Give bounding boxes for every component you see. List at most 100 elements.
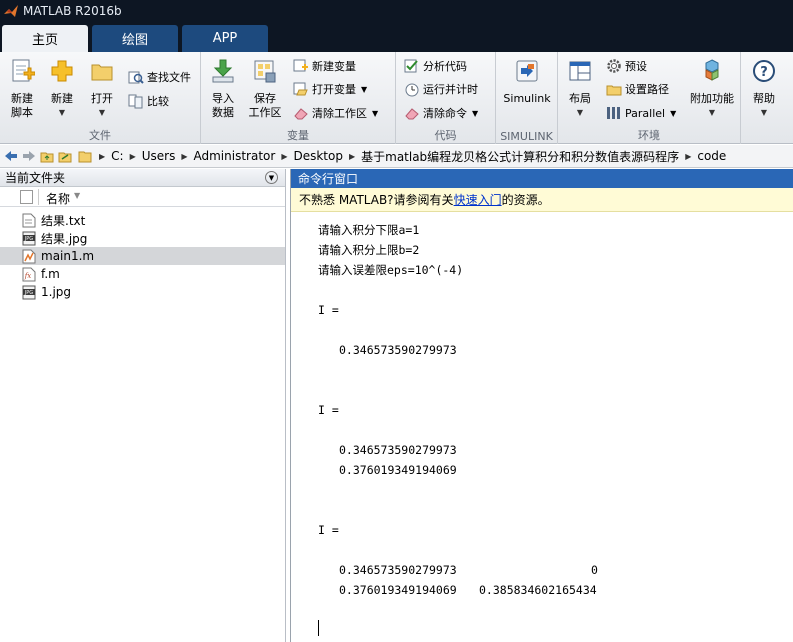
clear-commands-button[interactable]: 清除命令 ▼ — [404, 103, 478, 123]
open-button[interactable]: 打开 ▼ — [82, 58, 122, 120]
find-files-label: 查找文件 — [147, 71, 191, 84]
file-name: main1.m — [41, 249, 95, 263]
forward-arrow-icon[interactable] — [22, 149, 36, 163]
breadcrumb-code[interactable]: code — [694, 149, 729, 163]
new-dropdown-icon[interactable]: ▼ — [42, 106, 82, 120]
set-path-button[interactable]: 设置路径 — [606, 79, 669, 99]
ribbon-tab-strip: 主页 绘图 APP — [0, 21, 793, 52]
column-divider — [38, 189, 39, 205]
breadcrumb-separator-icon: ▶ — [129, 151, 136, 161]
parallel-dropdown-icon[interactable]: ▼ — [670, 109, 676, 118]
tab-home[interactable]: 主页 — [2, 25, 88, 52]
run-and-time-label: 运行并计时 — [423, 83, 478, 96]
open-variable-dropdown-icon[interactable]: ▼ — [361, 85, 367, 94]
breadcrumb-separator-icon: ▶ — [685, 151, 692, 161]
parallel-button[interactable]: Parallel ▼ — [606, 103, 676, 123]
tab-plots[interactable]: 绘图 — [92, 25, 178, 52]
sort-arrow-icon[interactable]: ▼ — [74, 191, 80, 200]
open-variable-button[interactable]: 打开变量 ▼ — [293, 79, 367, 99]
ribbon-toolbar: 新建 脚本 新建 ▼ 打开 ▼ 查找文件 比较 文件 导入 数据 保存 工作区 … — [0, 52, 793, 144]
column-name-header[interactable]: 名称 — [46, 190, 70, 207]
command-window[interactable]: 命令行窗口 不熟悉 MATLAB?请参阅有关 快速入门 的资源。 请输入积分下限… — [290, 169, 793, 642]
breadcrumb-administrator[interactable]: Administrator — [191, 149, 279, 163]
breadcrumb-users[interactable]: Users — [139, 149, 179, 163]
file-item-selected[interactable]: main1.m — [0, 247, 285, 265]
file-item[interactable]: 结果.txt — [0, 211, 285, 229]
new-script-button[interactable]: 新建 脚本 — [2, 58, 42, 120]
new-script-label-1: 新建 — [11, 92, 33, 105]
breadcrumb-drive[interactable]: C: — [108, 149, 126, 163]
svg-text:fx: fx — [24, 272, 32, 280]
console-line: I = — [318, 403, 339, 417]
help-dropdown-icon[interactable]: ▼ — [744, 106, 784, 120]
browse-folder-icon[interactable] — [58, 149, 72, 163]
console-line: 0.346573590279973 — [339, 343, 457, 357]
save-workspace-button[interactable]: 保存 工作区 — [245, 58, 285, 120]
file-group-label: 文件 — [89, 129, 111, 142]
current-folder-header: 当前文件夹 ▼ — [0, 169, 285, 187]
file-item[interactable]: JPG 结果.jpg — [0, 229, 285, 247]
find-files-icon — [128, 71, 144, 84]
info-text-suffix: 的资源。 — [501, 193, 550, 207]
preferences-button[interactable]: 预设 — [606, 56, 647, 76]
find-files-button[interactable]: 查找文件 — [128, 67, 191, 87]
preferences-label: 预设 — [625, 60, 647, 73]
clear-workspace-dropdown-icon[interactable]: ▼ — [372, 109, 378, 118]
layout-button[interactable]: 布局 ▼ — [560, 58, 600, 120]
set-path-icon — [606, 85, 622, 96]
save-workspace-label-2: 工作区 — [248, 106, 282, 119]
current-folder-panel: 当前文件夹 ▼ 名称 ▼ 结果.txt JPG 结果.jpg main1.m f… — [0, 169, 286, 642]
file-item[interactable]: fx f.m — [0, 265, 285, 283]
eraser-icon — [294, 108, 308, 120]
tab-apps[interactable]: APP — [182, 25, 268, 52]
breadcrumb-project-folder[interactable]: 基于matlab编程龙贝格公式计算积分和积分数值表源码程序 — [358, 148, 682, 165]
gear-icon — [607, 59, 621, 73]
new-button[interactable]: 新建 ▼ — [42, 58, 82, 120]
select-column[interactable] — [20, 190, 33, 204]
open-dropdown-icon[interactable]: ▼ — [82, 106, 122, 120]
folder-icon — [78, 151, 92, 163]
text-file-icon — [22, 213, 36, 227]
console-output[interactable]: 请输入积分下限a=1 请输入积分上限b=2 请输入误差限eps=10^(-4) … — [291, 212, 793, 642]
new-script-label-2: 脚本 — [11, 106, 33, 119]
save-workspace-label-1: 保存 — [254, 92, 276, 105]
compare-button[interactable]: 比较 — [128, 91, 169, 111]
file-item[interactable]: JPG 1.jpg — [0, 283, 285, 301]
console-line: 0.376019349194069 — [339, 583, 457, 597]
layout-dropdown-icon[interactable]: ▼ — [560, 106, 600, 120]
clear-workspace-button[interactable]: 清除工作区 ▼ — [293, 103, 378, 123]
simulink-button[interactable]: Simulink — [498, 58, 556, 106]
svg-text:?: ? — [760, 65, 768, 80]
addons-dropdown-icon[interactable]: ▼ — [686, 106, 738, 120]
code-group-label: 代码 — [434, 129, 457, 142]
plus-icon — [51, 60, 73, 82]
clear-commands-dropdown-icon[interactable]: ▼ — [472, 109, 478, 118]
help-button[interactable]: ? 帮助 ▼ — [744, 58, 784, 120]
svg-text:JPG: JPG — [24, 236, 33, 242]
file-name: f.m — [41, 267, 60, 281]
variable-group-label: 变量 — [287, 129, 309, 142]
addons-cubes-icon — [705, 59, 719, 81]
analyze-code-button[interactable]: 分析代码 — [404, 56, 467, 76]
up-folder-icon[interactable] — [40, 149, 54, 163]
new-variable-button[interactable]: 新建变量 — [293, 56, 356, 76]
import-data-button[interactable]: 导入 数据 — [203, 58, 243, 120]
breadcrumb-desktop[interactable]: Desktop — [290, 149, 346, 163]
addons-button[interactable]: 附加功能 ▼ — [686, 58, 738, 120]
getting-started-link[interactable]: 快速入门 — [454, 191, 502, 208]
addons-label: 附加功能 — [690, 92, 734, 105]
back-arrow-icon[interactable] — [4, 149, 18, 163]
new-label: 新建 — [51, 92, 73, 105]
clear-commands-icon — [405, 108, 419, 120]
panel-menu-icon[interactable]: ▼ — [265, 171, 278, 184]
analyze-code-icon — [404, 59, 418, 73]
analyze-code-label: 分析代码 — [423, 60, 467, 73]
file-name: 结果.jpg — [41, 231, 88, 246]
environment-group-label: 环境 — [638, 129, 660, 142]
import-data-icon — [212, 59, 234, 83]
m-file-icon — [22, 249, 36, 263]
import-data-label-1: 导入 — [212, 92, 234, 105]
run-and-time-button[interactable]: 运行并计时 — [404, 79, 478, 99]
clear-workspace-label: 清除工作区 — [312, 107, 367, 120]
open-variable-label: 打开变量 — [312, 83, 356, 96]
